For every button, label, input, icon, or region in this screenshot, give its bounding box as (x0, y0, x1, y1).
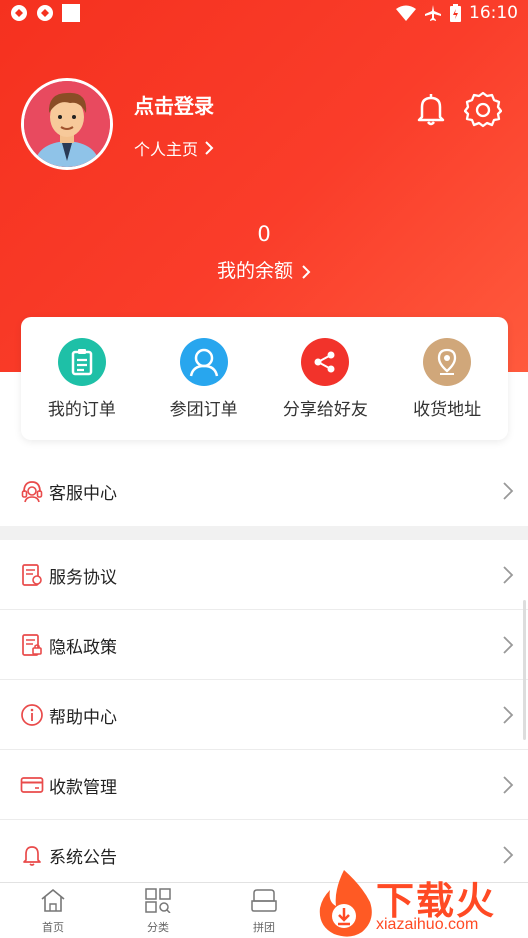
bell-outline-icon (23, 846, 41, 866)
watermark: 下载火 xiazaihuo.com (314, 868, 528, 938)
quick-action-icon-bg (423, 338, 472, 386)
info-circle-icon (21, 704, 43, 726)
menu-item-label: 服务协议 (49, 567, 117, 588)
notification-bell-icon[interactable] (412, 90, 450, 128)
notification-square-icon (62, 4, 80, 22)
menu-item-service-agreement[interactable]: 服务协议 (0, 540, 528, 610)
group-buy-icon (251, 889, 277, 912)
chevron-right-icon (205, 141, 214, 155)
tab-label: 首页 (42, 921, 64, 934)
card-icon (20, 777, 44, 793)
section-gap (0, 526, 528, 540)
chevron-right-icon (503, 566, 514, 584)
chevron-right-icon (503, 706, 514, 724)
app-notification-icon (37, 5, 53, 21)
quick-action-group-orders[interactable]: 参团订单 (143, 317, 265, 440)
quick-action-my-orders[interactable]: 我的订单 (21, 317, 143, 440)
agreement-doc-icon (22, 564, 42, 586)
quick-action-label: 分享给好友 (282, 400, 368, 420)
quick-actions-card: 我的订单 参团订单 分享给好友 收货地址 (21, 317, 508, 440)
watermark-domain: xiazaihuo.com (376, 916, 479, 933)
flame-logo-icon (319, 870, 372, 937)
menu-item-privacy-policy[interactable]: 隐私政策 (0, 610, 528, 680)
tab-label: 分类 (147, 921, 169, 934)
category-grid-icon (145, 888, 171, 914)
menu-item-label: 隐私政策 (49, 637, 117, 658)
menu-item-payment-management[interactable]: 收款管理 (0, 750, 528, 820)
quick-action-icon-bg (179, 338, 228, 386)
balance-value: 0 (257, 222, 271, 246)
app-notification-icon (11, 5, 27, 21)
location-pin-icon (437, 348, 457, 375)
homepage-link[interactable]: 个人主页 (134, 136, 214, 160)
status-bar: 16:10 (0, 0, 528, 28)
tab-group-buy[interactable]: 拼团 (234, 887, 294, 935)
avatar-illustration (24, 81, 110, 167)
share-icon (314, 351, 335, 373)
quick-action-icon-bg (57, 338, 106, 386)
menu-item-label: 收款管理 (49, 777, 117, 798)
scrollbar[interactable] (523, 600, 526, 740)
wifi-icon (396, 5, 416, 21)
chevron-right-icon (503, 846, 514, 864)
login-button[interactable]: 点击登录 (134, 90, 214, 119)
clipboard-icon (71, 349, 93, 376)
quick-action-icon-bg (301, 338, 350, 386)
menu-item-help-center[interactable]: 帮助中心 (0, 680, 528, 750)
chevron-right-icon (302, 264, 311, 279)
chevron-right-icon (503, 776, 514, 794)
menu-item-customer-service[interactable]: 客服中心 (0, 456, 528, 526)
home-icon (41, 888, 65, 912)
tab-label: 拼团 (253, 921, 275, 934)
chevron-right-icon (503, 636, 514, 654)
quick-action-label: 参团订单 (169, 400, 238, 420)
menu-item-label: 系统公告 (49, 847, 117, 868)
settings-gear-icon[interactable] (464, 90, 502, 128)
airplane-icon (425, 5, 441, 21)
privacy-doc-icon (22, 634, 42, 656)
tab-category[interactable]: 分类 (128, 887, 188, 935)
quick-action-label: 收货地址 (413, 400, 482, 420)
customer-service-icon (21, 481, 43, 503)
avatar[interactable] (21, 78, 113, 170)
group-user-icon (189, 348, 218, 377)
quick-action-address[interactable]: 收货地址 (386, 317, 508, 440)
battery-icon (450, 4, 461, 22)
balance-label: 我的余额 (216, 260, 293, 282)
homepage-link-label: 个人主页 (134, 140, 199, 159)
menu-item-label: 帮助中心 (49, 707, 117, 728)
quick-action-share[interactable]: 分享给好友 (265, 317, 387, 440)
balance-link[interactable]: 我的余额 (0, 256, 528, 283)
tab-home[interactable]: 首页 (23, 887, 83, 935)
menu-item-label: 客服中心 (49, 483, 117, 504)
chevron-right-icon (503, 482, 514, 500)
status-time: 16:10 (469, 3, 518, 23)
quick-action-label: 我的订单 (47, 400, 116, 420)
